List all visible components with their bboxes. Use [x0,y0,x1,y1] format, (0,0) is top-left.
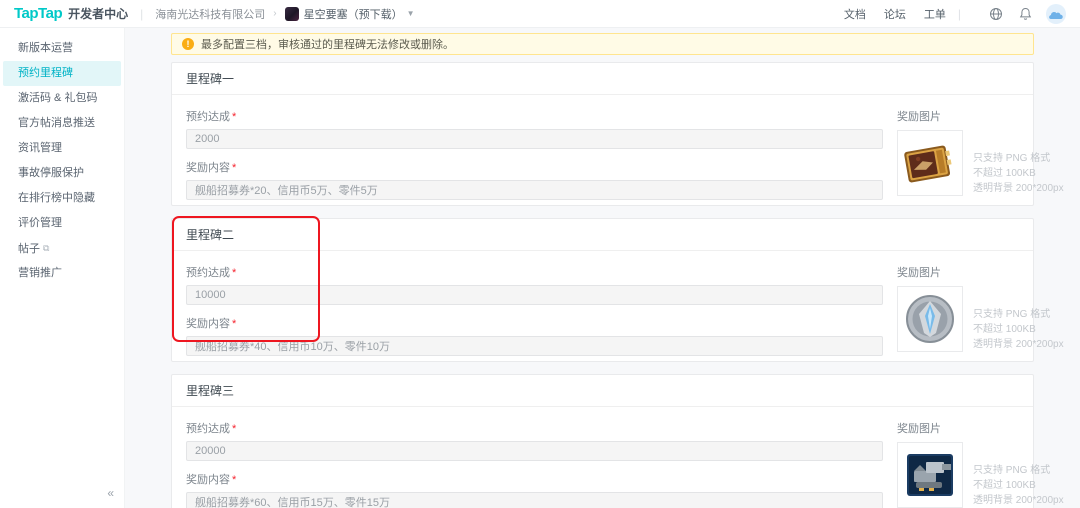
reward-image-label: 奖励图片 [897,267,941,279]
header-divider: | [957,6,961,21]
game-selector[interactable]: 星空要塞（预下载） ▼ [284,6,415,22]
taptap-logo[interactable]: TapTap [14,5,63,22]
user-avatar[interactable] [1046,3,1066,24]
sidebar-item-news-management[interactable]: 资讯管理 [0,136,124,161]
required-asterisk: * [232,111,237,123]
breadcrumb-chevron-icon: › [273,8,277,19]
sidebar-collapse-button[interactable]: « [107,486,114,500]
sidebar-item-reservation-milestone[interactable]: 预约里程碑 [3,61,121,86]
warning-text: 最多配置三档，审核通过的里程碑无法修改或删除。 [201,39,454,51]
sidebar-item-posts[interactable]: 帖子 ⧉ [0,236,124,261]
reward-image-label: 奖励图片 [897,111,941,123]
game-icon [284,6,299,21]
milestone-card-1: 里程碑一 预约达成* 奖励内容* 奖励图片 [171,62,1064,206]
developer-center-label: 开发者中心 [68,7,129,21]
nav-forum[interactable]: 论坛 [884,6,906,22]
goal-label: 预约达成 * [186,111,237,123]
milestone-1-reward-input[interactable] [186,180,883,200]
reward-image-upload-box[interactable] [897,442,963,508]
bell-icon[interactable] [1019,7,1032,21]
sidebar-item-hide-in-ranking[interactable]: 在排行榜中隐藏 [0,186,124,211]
main-content: ! 最多配置三档，审核通过的里程碑无法修改或删除。 里程碑一 预约达成* 奖励内… [125,28,1080,508]
sidebar-item-review-management[interactable]: 评价管理 [0,211,124,236]
reward-image-upload-box[interactable] [897,286,963,352]
reward-label: 奖励内容 * [186,162,237,174]
reward-image-label: 奖励图片 [897,423,941,435]
external-link-icon: ⧉ [43,243,50,253]
milestone-card-2: 里程碑二 预约达成* 奖励内容* 奖励图片 [171,218,1064,362]
globe-icon[interactable] [989,7,1003,21]
top-header: TapTap 开发者中心 | 海南光达科技有限公司 › 星空要塞（预下载） ▼ … [0,0,1080,28]
milestone-2-title: 里程碑二 [172,219,1033,251]
sidebar-item-official-post-push[interactable]: 官方帖消息推送 [0,111,124,136]
sidebar-item-activation-codes[interactable]: 激活码 & 礼包码 [0,86,124,111]
image-hint-text: 只支持 PNG 格式 不超过 100KB 透明背景 200*200px [973,309,1064,350]
image-hint-text: 只支持 PNG 格式 不超过 100KB 透明背景 200*200px [973,465,1064,506]
milestone-3-reward-input[interactable] [186,492,883,508]
reward-label: 奖励内容 * [186,474,237,486]
sidebar: 新版本运营 预约里程碑 激活码 & 礼包码 官方帖消息推送 资讯管理 事故停服保… [0,28,125,508]
milestone-3-goal-input[interactable] [186,441,883,461]
game-name: 星空要塞（预下载） [303,8,403,21]
sidebar-item-new-version-ops[interactable]: 新版本运营 [0,36,124,61]
nav-docs[interactable]: 文档 [844,6,866,22]
required-asterisk: * [232,162,237,174]
reward-image-gold-ticket [904,145,952,183]
reward-label: 奖励内容 * [186,318,237,330]
sidebar-item-incident-protection[interactable]: 事故停服保护 [0,161,124,186]
warning-banner: ! 最多配置三档，审核通过的里程碑无法修改或删除。 [171,33,1034,55]
sidebar-item-marketing[interactable]: 营销推广 [0,261,124,286]
required-asterisk: * [232,423,237,435]
required-asterisk: * [232,318,237,330]
company-name[interactable]: 海南光达科技有限公司 [155,6,265,22]
milestone-card-3: 里程碑三 预约达成* 奖励内容* 奖励图片 [171,374,1064,508]
goal-label: 预约达成 * [186,423,237,435]
goal-label: 预约达成 * [186,267,237,279]
milestone-1-title: 里程碑一 [172,63,1033,95]
milestone-2-goal-input[interactable] [186,285,883,305]
reward-image-upload-box[interactable] [897,130,963,196]
milestone-3-title: 里程碑三 [172,375,1033,407]
reward-image-blue-turret [907,454,953,496]
nav-ticket[interactable]: 工单 [924,6,946,22]
milestone-2-reward-input[interactable] [186,336,883,356]
required-asterisk: * [232,267,237,279]
header-divider: | [140,6,144,21]
reward-image-silver-badge [906,295,954,343]
milestone-1-goal-input[interactable] [186,129,883,149]
required-asterisk: * [232,474,237,486]
warning-icon: ! [182,38,194,50]
chevron-down-icon: ▼ [406,9,415,18]
image-hint-text: 只支持 PNG 格式 不超过 100KB 透明背景 200*200px [973,153,1064,194]
